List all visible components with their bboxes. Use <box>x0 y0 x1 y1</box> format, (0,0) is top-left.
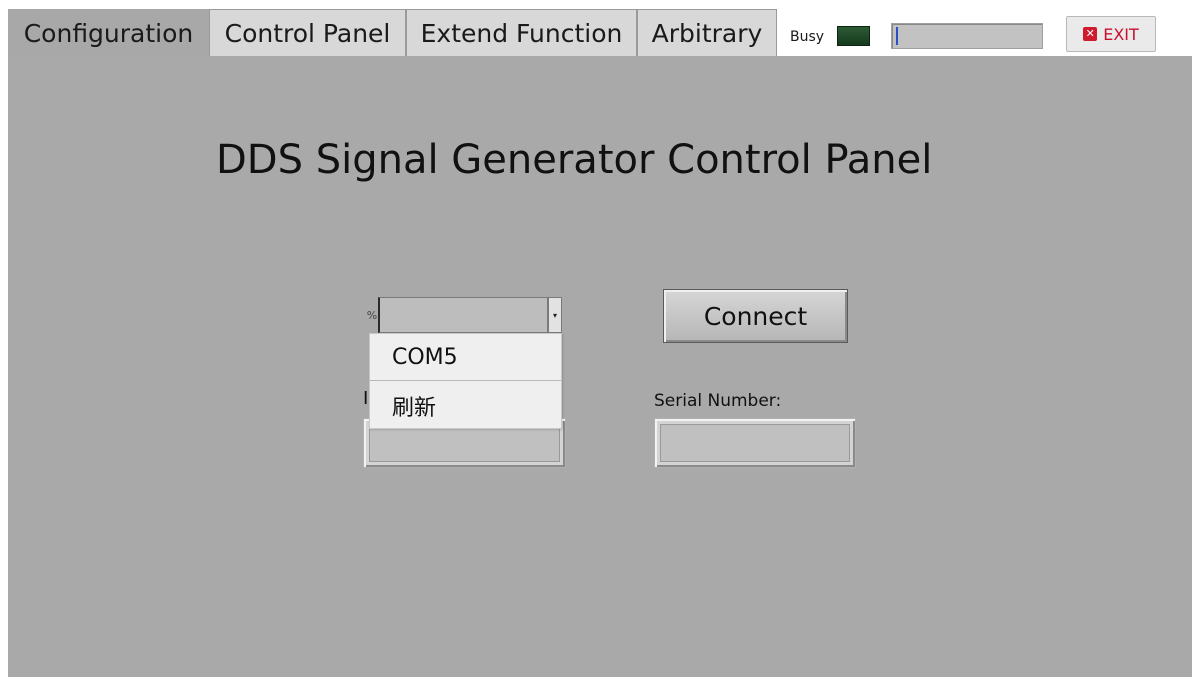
chevron-down-icon[interactable]: ▾ <box>548 297 562 333</box>
exit-button[interactable]: ✕ EXIT <box>1066 16 1156 52</box>
model-label: I <box>363 388 369 409</box>
port-dropdown-menu: COM5 刷新 <box>369 333 562 429</box>
tab-arbitrary[interactable]: Arbitrary <box>637 9 777 56</box>
connect-button[interactable]: Connect <box>663 289 848 343</box>
serial-number-value <box>660 424 850 462</box>
close-x-icon: ✕ <box>1083 27 1098 41</box>
tab-bar: Configuration Control Panel Extend Funct… <box>0 0 1192 57</box>
dropdown-separator <box>370 380 561 381</box>
page-title: DDS Signal Generator Control Panel <box>216 137 933 183</box>
busy-indicator-led <box>837 26 870 46</box>
tab-control-panel[interactable]: Control Panel <box>209 9 406 56</box>
port-select-field[interactable] <box>378 297 548 333</box>
progress-bar <box>891 23 1043 49</box>
progress-fill <box>896 27 898 45</box>
exit-label: EXIT <box>1103 24 1139 44</box>
port-select[interactable]: % ▾ <box>366 297 562 333</box>
tab-extend-function[interactable]: Extend Function <box>406 9 637 56</box>
dropdown-item-com5[interactable]: COM5 <box>370 334 561 380</box>
model-field-value <box>369 424 560 462</box>
combo-indicator-icon: % <box>366 308 378 322</box>
tab-configuration[interactable]: Configuration <box>8 9 209 57</box>
dropdown-item-refresh[interactable]: 刷新 <box>370 383 561 429</box>
serial-number-label: Serial Number: <box>654 391 782 411</box>
serial-number-field <box>654 418 856 468</box>
busy-label: Busy <box>790 29 825 45</box>
